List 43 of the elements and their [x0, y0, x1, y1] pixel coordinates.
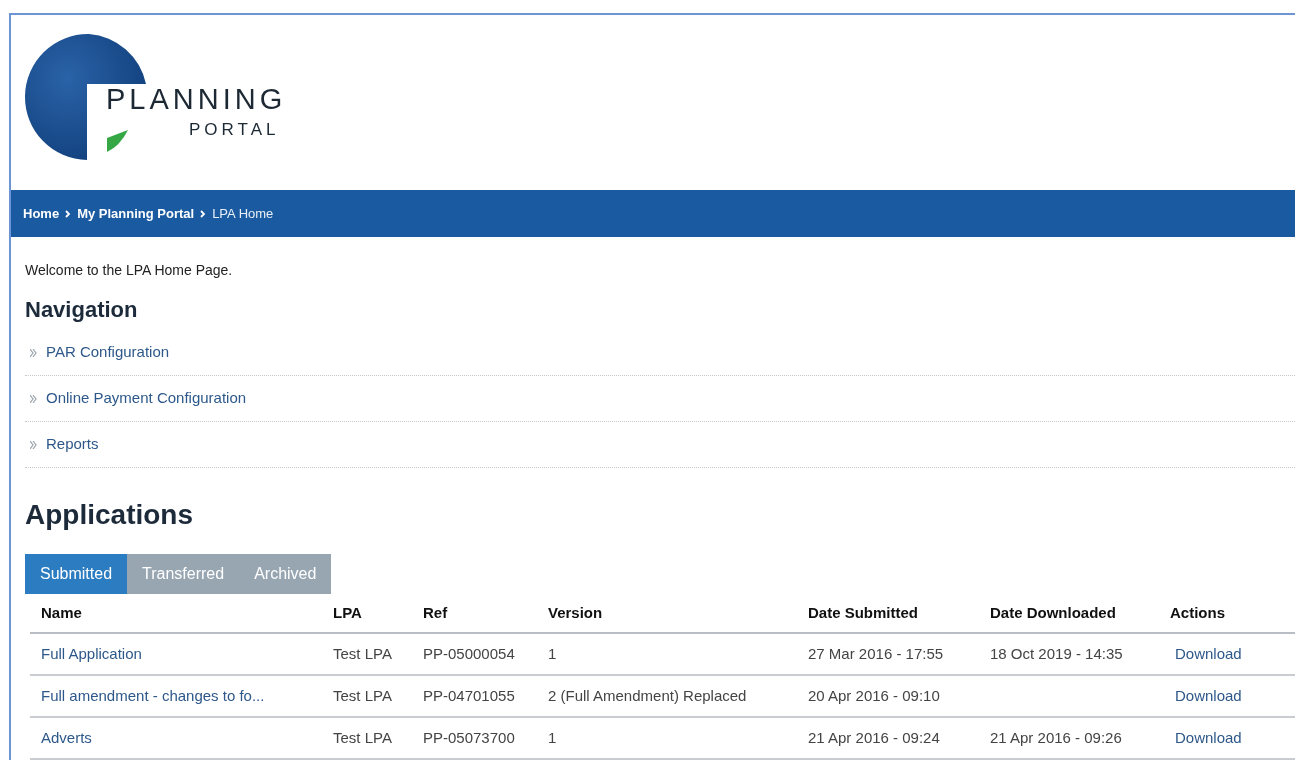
download-link[interactable]: Download [1170, 684, 1280, 708]
table-cell-text: 21 Apr 2016 - 09:24 [808, 727, 941, 748]
tab[interactable]: Submitted [25, 554, 128, 594]
table-cell-text: 1 [548, 643, 558, 664]
column-header: Name [40, 602, 83, 623]
column-header: Actions [1170, 602, 1226, 623]
table-cell-text: 20 Apr 2016 - 09:10 [808, 685, 941, 706]
download-link[interactable]: Download [1170, 726, 1280, 750]
table-cell-text: Test LPA [333, 727, 393, 748]
column-header: LPA [333, 602, 363, 623]
application-link[interactable]: Full amendment - changes to fo... [30, 684, 333, 708]
table-cell-text: 2 (Full Amendment) Replaced [548, 685, 748, 706]
application-link[interactable]: Full Application [30, 642, 333, 666]
table-cell-text: 1 [548, 727, 558, 748]
breadcrumb-link[interactable]: My Planning Portal [77, 203, 195, 224]
column-header: Ref [423, 602, 449, 623]
nav-link[interactable]: Online Payment Configuration [46, 387, 247, 410]
table-cell-text: 21 Apr 2016 - 09:26 [990, 727, 1123, 748]
logo-text: PORTAL [189, 121, 280, 138]
chevron-icon [30, 348, 37, 357]
column-header: Version [548, 602, 604, 623]
chevron-icon [30, 440, 37, 449]
table-cell-text: PP-04701055 [423, 685, 516, 706]
table-cell-text: PP-05073700 [423, 727, 516, 748]
nav-link[interactable]: PAR Configuration [46, 341, 170, 364]
table-cell-text: PP-05000054 [423, 643, 516, 664]
table-cell-text: Test LPA [333, 685, 393, 706]
section-heading: Applications [25, 498, 194, 532]
column-header: Date Submitted [808, 602, 919, 623]
logo-text: PLANNING [106, 85, 287, 114]
table-cell-text: 18 Oct 2019 - 14:35 [990, 643, 1124, 664]
chevron-icon [200, 209, 207, 218]
nav-link[interactable]: Reports [46, 433, 99, 456]
section-heading: Navigation [25, 296, 139, 324]
table-cell-text: Test LPA [333, 643, 393, 664]
chevron-icon [30, 394, 37, 403]
chevron-icon [65, 209, 72, 218]
application-link[interactable]: Adverts [30, 726, 333, 750]
breadcrumb-link[interactable]: Home [23, 203, 60, 224]
table-cell-text: 27 Mar 2016 - 17:55 [808, 643, 945, 664]
column-header: Date Downloaded [990, 602, 1117, 623]
download-link[interactable]: Download [1170, 642, 1280, 666]
welcome-text: Welcome to the LPA Home Page. [25, 261, 234, 280]
